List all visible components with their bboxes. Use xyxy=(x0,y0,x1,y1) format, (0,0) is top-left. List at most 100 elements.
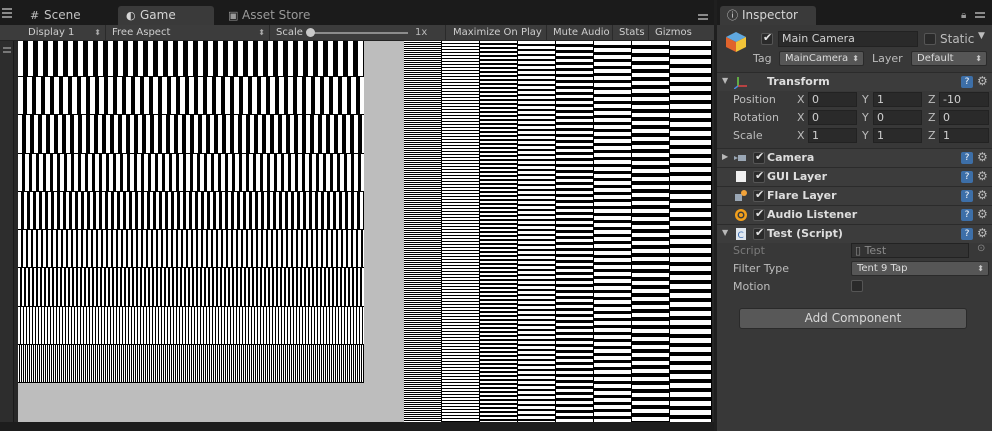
layer-label: Layer xyxy=(872,52,903,65)
static-label: Static xyxy=(940,32,975,46)
chevron-down-icon[interactable]: ▼ xyxy=(978,31,985,41)
inspector-menu-icon[interactable] xyxy=(975,12,985,20)
gui-layer-component-header[interactable]: GUI Layer ? ⚙ xyxy=(717,167,992,186)
rotation-z-field[interactable]: 0 xyxy=(939,110,989,125)
foldout-closed-icon[interactable]: ▶ xyxy=(722,152,728,161)
rotation-y-field[interactable]: 0 xyxy=(873,110,922,125)
dropdown-arrows-icon: ⬍ xyxy=(975,54,982,63)
rotation-label: Rotation xyxy=(733,111,780,124)
script-value: Test xyxy=(864,244,887,257)
scale-label: Scale xyxy=(733,129,763,142)
render-output-image xyxy=(18,41,711,422)
tab-scene[interactable]: # Scene xyxy=(22,6,112,25)
tab-menu-icon[interactable] xyxy=(698,14,708,22)
gui-layer-title: GUI Layer xyxy=(767,170,828,183)
mute-audio-toggle[interactable]: Mute Audio xyxy=(547,25,613,40)
script-object-field: ▯ Test xyxy=(851,243,969,258)
object-picker-icon: ⊙ xyxy=(977,243,986,254)
game-viewport[interactable] xyxy=(18,41,712,422)
dropdown-arrows-icon: ⬍ xyxy=(258,28,265,37)
static-checkbox[interactable] xyxy=(924,33,936,45)
axis-x-label: X xyxy=(797,129,805,142)
axis-z-label: Z xyxy=(928,129,936,142)
position-x-field[interactable]: 0 xyxy=(808,92,857,107)
test-script-title: Test (Script) xyxy=(767,227,843,240)
filter-type-dropdown[interactable]: Tent 9 Tap ⬍ xyxy=(851,261,989,276)
camera-enabled-checkbox[interactable] xyxy=(753,150,765,164)
tag-dropdown[interactable]: MainCamera ⬍ xyxy=(779,51,864,66)
dropdown-arrows-icon: ⬍ xyxy=(977,264,984,273)
maximize-on-play-toggle[interactable]: Maximize On Play xyxy=(447,25,547,40)
display-dropdown[interactable]: Display 1 ⬍ xyxy=(22,25,106,40)
object-name-field[interactable]: Main Camera xyxy=(778,31,918,47)
layer-dropdown[interactable]: Default ⬍ xyxy=(911,51,987,66)
gui-layer-enabled-checkbox[interactable] xyxy=(753,169,765,183)
audio-listener-title: Audio Listener xyxy=(767,208,858,221)
foldout-open-icon[interactable]: ▼ xyxy=(722,228,728,237)
position-y-field[interactable]: 1 xyxy=(873,92,922,107)
add-component-button[interactable]: Add Component xyxy=(739,308,967,329)
tab-inspector-label: Inspector xyxy=(742,8,798,22)
camera-icon xyxy=(734,155,746,161)
audio-listener-enabled-checkbox[interactable] xyxy=(753,207,765,221)
tab-asset-store[interactable]: ▣ Asset Store xyxy=(220,6,320,25)
axis-y-label: Y xyxy=(862,93,869,106)
grid-icon: # xyxy=(30,9,40,22)
inspector-panel: ⓘ Inspector 🔒︎ Main Camera Static ▼ Tag … xyxy=(717,0,992,431)
help-icon[interactable]: ? xyxy=(961,190,973,202)
axis-y-label: Y xyxy=(862,111,869,124)
game-toolbar: Display 1 ⬍ Free Aspect ⬍ Scale 1x Maxim… xyxy=(0,25,714,41)
rotation-x-field[interactable]: 0 xyxy=(808,110,857,125)
transform-title: Transform xyxy=(767,75,830,88)
dropdown-arrows-icon: ⬍ xyxy=(852,54,859,63)
gear-icon[interactable]: ⚙ xyxy=(977,74,988,88)
scale-z-field[interactable]: 1 xyxy=(939,128,989,143)
script-icon: C xyxy=(736,228,746,241)
help-icon[interactable]: ? xyxy=(961,76,973,88)
scale-x-field[interactable]: 1 xyxy=(808,128,857,143)
help-icon[interactable]: ? xyxy=(961,209,973,221)
shopping-bag-icon: ▣ xyxy=(228,9,239,22)
motion-checkbox[interactable] xyxy=(851,280,863,292)
tab-scene-label: Scene xyxy=(44,8,81,22)
gear-icon[interactable]: ⚙ xyxy=(977,169,988,183)
flare-layer-component-header[interactable]: Flare Layer ? ⚙ xyxy=(717,186,992,205)
transform-header[interactable]: ▼ Transform ? ⚙ xyxy=(717,72,992,91)
audio-listener-component-header[interactable]: Audio Listener ? ⚙ xyxy=(717,205,992,224)
gear-icon[interactable]: ⚙ xyxy=(977,188,988,202)
flare-layer-enabled-checkbox[interactable] xyxy=(753,188,765,202)
tab-inspector[interactable]: ⓘ Inspector xyxy=(720,6,816,25)
view-tab-bar: # Scene ◐ Game ▣ Asset Store xyxy=(0,0,714,25)
scale-slider[interactable]: Scale 1x xyxy=(270,25,446,40)
side-drag-strip[interactable] xyxy=(0,41,14,431)
gizmos-toggle[interactable]: Gizmos xyxy=(649,25,713,40)
axis-z-label: Z xyxy=(928,111,936,124)
position-z-field[interactable]: -10 xyxy=(939,92,989,107)
foldout-open-icon[interactable]: ▼ xyxy=(722,76,728,85)
scale-y-field[interactable]: 1 xyxy=(873,128,922,143)
display-dropdown-label: Display 1 xyxy=(28,27,75,38)
aspect-dropdown[interactable]: Free Aspect ⬍ xyxy=(106,25,270,40)
pane-options-icon[interactable] xyxy=(2,8,12,20)
pacman-icon: ◐ xyxy=(126,9,136,22)
camera-component-header[interactable]: ▶ Camera ? ⚙ xyxy=(717,148,992,167)
scale-slider-track[interactable] xyxy=(308,32,408,34)
gear-icon[interactable]: ⚙ xyxy=(977,226,988,240)
bottom-edge xyxy=(0,422,714,431)
tab-game[interactable]: ◐ Game xyxy=(118,6,214,25)
gear-icon[interactable]: ⚙ xyxy=(977,207,988,221)
help-icon[interactable]: ? xyxy=(961,152,973,164)
test-script-component-header[interactable]: ▼ C Test (Script) ? ⚙ xyxy=(717,224,992,243)
lock-icon[interactable]: 🔒︎ xyxy=(961,10,966,21)
aspect-dropdown-label: Free Aspect xyxy=(112,27,171,38)
object-active-checkbox[interactable] xyxy=(761,31,773,45)
filter-type-label: Filter Type xyxy=(733,262,790,275)
gear-icon[interactable]: ⚙ xyxy=(977,150,988,164)
scale-slider-handle[interactable] xyxy=(306,28,315,37)
stats-toggle[interactable]: Stats xyxy=(613,25,649,40)
flare-layer-title: Flare Layer xyxy=(767,189,837,202)
help-icon[interactable]: ? xyxy=(961,228,973,240)
test-script-enabled-checkbox[interactable] xyxy=(753,226,765,240)
tag-label: Tag xyxy=(753,52,772,65)
help-icon[interactable]: ? xyxy=(961,171,973,183)
